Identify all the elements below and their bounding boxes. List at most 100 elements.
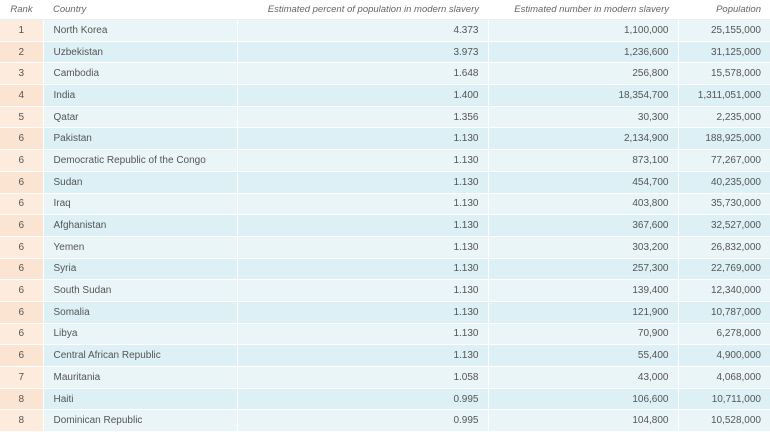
cell-number: 873,100: [488, 149, 679, 172]
header-percent[interactable]: Estimated percent of population in moder…: [237, 0, 488, 20]
table-row: 4 India 1.400 18,354,700 1,311,051,000: [0, 84, 770, 107]
cell-number: 454,700: [488, 171, 679, 194]
cell-number: 106,600: [488, 388, 679, 411]
cell-country: Afghanistan: [43, 214, 238, 237]
cell-number: 43,000: [488, 366, 679, 389]
cell-country: Libya: [43, 323, 238, 346]
cell-rank: 6: [0, 236, 44, 259]
table-row: 6 Somalia 1.130 121,900 10,787,000: [0, 301, 770, 324]
cell-rank: 6: [0, 279, 44, 302]
table-row: 6 Syria 1.130 257,300 22,769,000: [0, 258, 770, 281]
cell-number: 256,800: [488, 62, 679, 86]
cell-population: 15,578,000: [678, 62, 770, 86]
cell-population: 4,068,000: [678, 366, 770, 389]
cell-number: 70,900: [488, 323, 679, 346]
cell-country: Sudan: [43, 171, 238, 194]
cell-percent: 1.130: [237, 279, 489, 302]
table-row: 1 North Korea 4.373 1,100,000 25,155,000: [0, 19, 770, 42]
table-row: 6 Democratic Republic of the Congo 1.130 87…: [0, 149, 770, 172]
cell-percent: 1.356: [237, 106, 489, 129]
cell-population: 26,832,000: [678, 236, 770, 259]
cell-country: North Korea: [43, 19, 238, 42]
cell-rank: 6: [0, 127, 44, 151]
cell-population: 32,527,000: [678, 214, 770, 237]
header-country[interactable]: Country: [43, 0, 237, 20]
cell-number: 30,300: [488, 106, 679, 129]
cell-number: 18,354,700: [488, 84, 679, 107]
cell-country: Pakistan: [43, 127, 238, 151]
cell-percent: 1.130: [237, 127, 489, 151]
cell-country: Iraq: [43, 193, 238, 216]
cell-percent: 1.130: [237, 323, 489, 346]
cell-number: 367,600: [488, 214, 679, 237]
cell-population: 188,925,000: [678, 127, 770, 151]
cell-population: 6,278,000: [678, 323, 770, 346]
header-rank[interactable]: Rank: [0, 0, 43, 20]
cell-population: 40,235,000: [678, 171, 770, 194]
cell-rank: 1: [0, 19, 44, 42]
cell-population: 1,311,051,000: [678, 84, 770, 107]
cell-percent: 1.130: [237, 171, 489, 194]
cell-country: Syria: [43, 258, 238, 281]
table-row: 8 Haiti 0.995 106,600 10,711,000: [0, 388, 770, 411]
cell-percent: 0.995: [237, 409, 489, 432]
table-body: 1 North Korea 4.373 1,100,000 25,155,000 2 Uzb…: [0, 19, 770, 432]
cell-percent: 3.973: [237, 41, 489, 64]
header-number[interactable]: Estimated number in modern slavery: [488, 0, 678, 20]
cell-number: 121,900: [488, 301, 679, 324]
cell-rank: 6: [0, 171, 44, 194]
cell-population: 35,730,000: [678, 193, 770, 216]
cell-country: South Sudan: [43, 279, 238, 302]
cell-percent: 0.995: [237, 388, 489, 411]
cell-country: Dominican Republic: [43, 409, 238, 432]
cell-country: Yemen: [43, 236, 238, 259]
cell-population: 31,125,000: [678, 41, 770, 64]
cell-rank: 6: [0, 193, 44, 216]
cell-rank: 7: [0, 366, 44, 389]
cell-country: Uzbekistan: [43, 41, 238, 64]
cell-number: 104,800: [488, 409, 679, 432]
cell-rank: 6: [0, 301, 44, 324]
cell-percent: 1.130: [237, 301, 489, 324]
table-row: 6 Sudan 1.130 454,700 40,235,000: [0, 171, 770, 194]
cell-number: 55,400: [488, 344, 679, 367]
table-row: 8 Dominican Republic 0.995 104,800 10,528,00…: [0, 409, 770, 432]
cell-country: Cambodia: [43, 62, 238, 86]
slavery-table: Rank Country Estimated percent of popula…: [0, 0, 770, 432]
cell-country: Democratic Republic of the Congo: [43, 149, 238, 172]
table-header: Rank Country Estimated percent of popula…: [0, 0, 770, 20]
cell-percent: 1.130: [237, 236, 489, 259]
cell-country: Mauritania: [43, 366, 238, 389]
cell-country: Haiti: [43, 388, 238, 411]
cell-rank: 5: [0, 106, 44, 129]
cell-population: 25,155,000: [678, 19, 770, 42]
cell-rank: 6: [0, 214, 44, 237]
cell-rank: 6: [0, 149, 44, 172]
cell-percent: 1.130: [237, 193, 489, 216]
cell-population: 22,769,000: [678, 258, 770, 281]
cell-population: 2,235,000: [678, 106, 770, 129]
table-row: 2 Uzbekistan 3.973 1,236,600 31,125,000: [0, 41, 770, 64]
table-row: 6 Afghanistan 1.130 367,600 32,527,000: [0, 214, 770, 237]
cell-number: 139,400: [488, 279, 679, 302]
header-row: Rank Country Estimated percent of popula…: [0, 0, 770, 20]
cell-number: 1,236,600: [488, 41, 679, 64]
header-population[interactable]: Population: [678, 0, 770, 20]
cell-population: 10,528,000: [678, 409, 770, 432]
table-row: 6 Yemen 1.130 303,200 26,832,000: [0, 236, 770, 259]
cell-rank: 3: [0, 62, 44, 86]
cell-rank: 6: [0, 258, 44, 281]
cell-number: 303,200: [488, 236, 679, 259]
cell-percent: 1.130: [237, 214, 489, 237]
cell-rank: 8: [0, 409, 44, 432]
cell-rank: 2: [0, 41, 44, 64]
cell-percent: 1.058: [237, 366, 489, 389]
table-row: 6 Iraq 1.130 403,800 35,730,000: [0, 193, 770, 216]
table-row: 3 Cambodia 1.648 256,800 15,578,000: [0, 62, 770, 86]
cell-percent: 1.130: [237, 344, 489, 367]
table-row: 6 South Sudan 1.130 139,400 12,340,000: [0, 279, 770, 302]
cell-country: Somalia: [43, 301, 238, 324]
cell-rank: 4: [0, 84, 44, 107]
cell-percent: 1.648: [237, 62, 489, 86]
table-row: 6 Central African Republic 1.130 55,400 4,90…: [0, 344, 770, 367]
